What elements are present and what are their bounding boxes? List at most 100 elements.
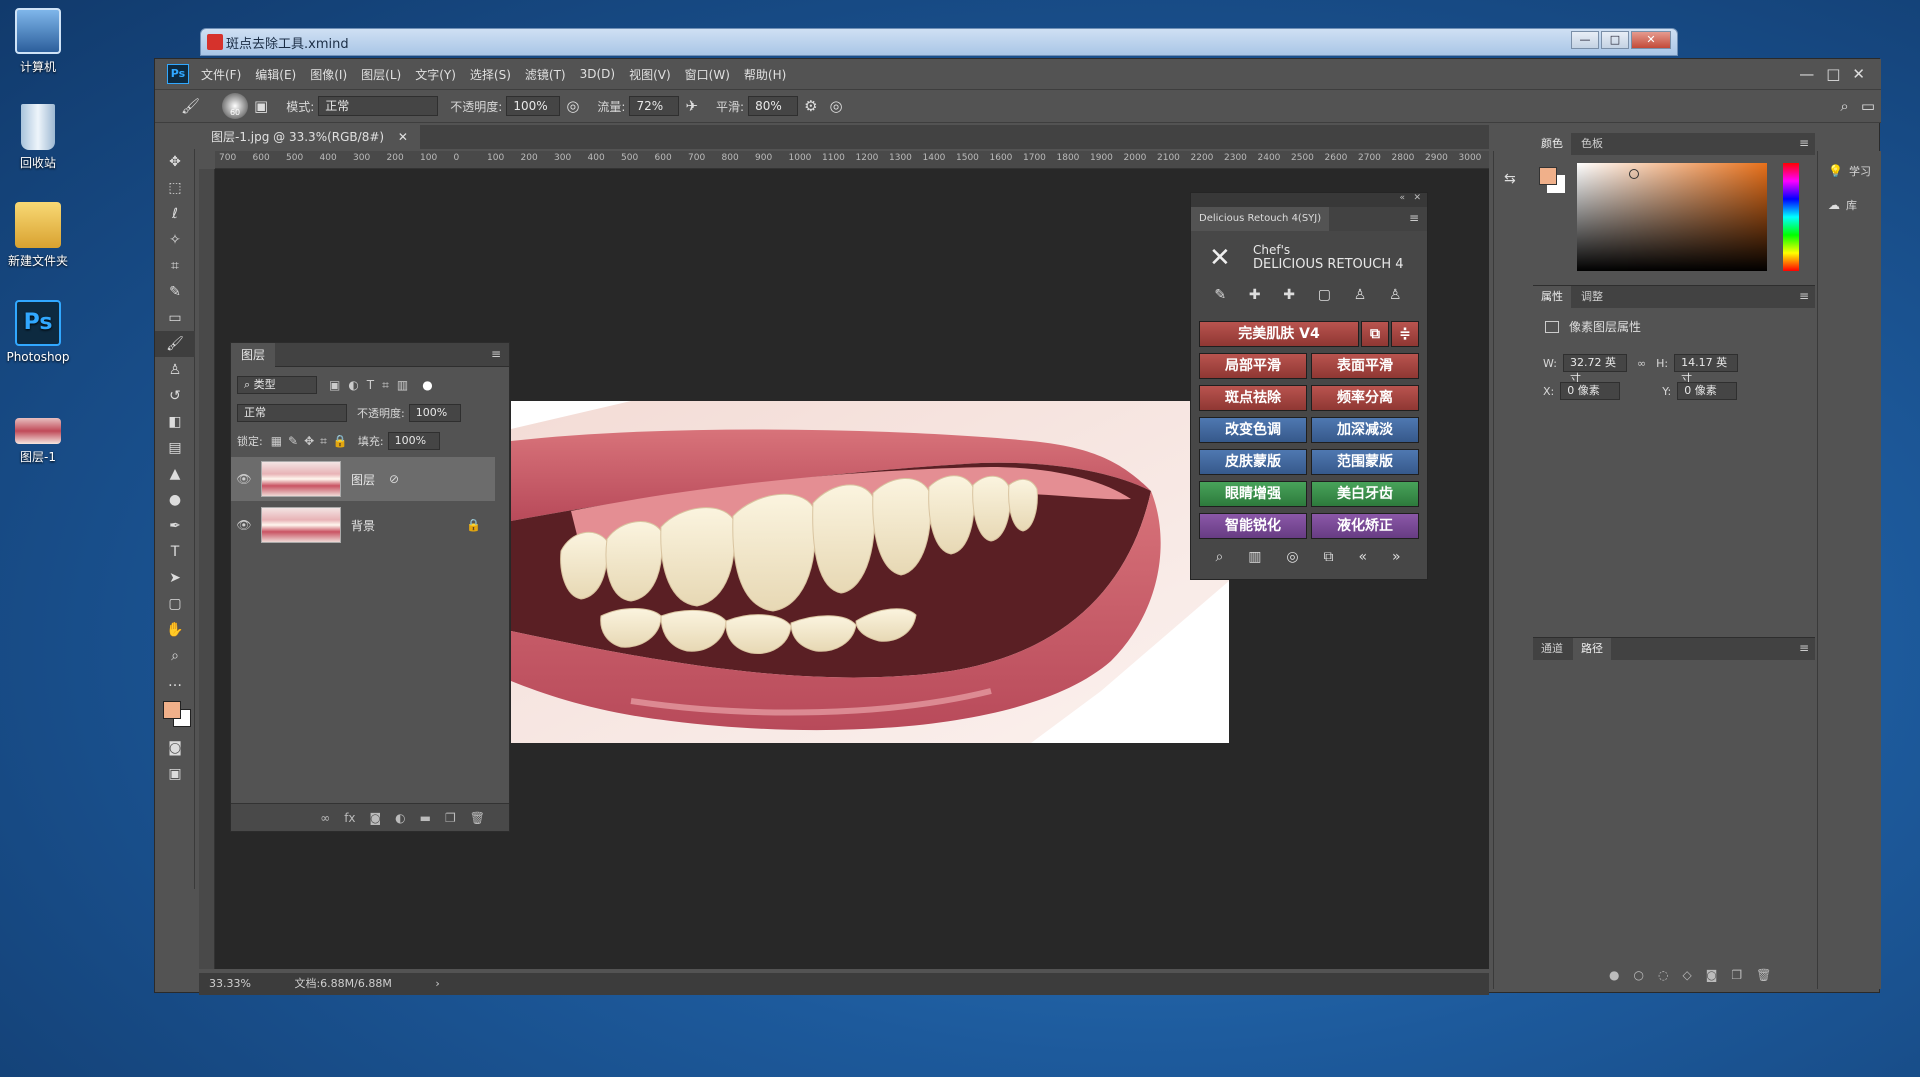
- eye-icon[interactable]: 👁: [231, 472, 257, 486]
- menu-file[interactable]: 文件(F): [201, 66, 241, 83]
- perfect-skin-button[interactable]: 完美肌肤 V4: [1199, 321, 1359, 347]
- frame-tool-icon[interactable]: ▭: [155, 305, 195, 331]
- healing-icon[interactable]: ✚: [1249, 287, 1261, 303]
- desktop-icon-photoshop[interactable]: Ps Photoshop: [4, 300, 72, 364]
- next-icon[interactable]: »: [1392, 549, 1401, 565]
- eye-enhance-button[interactable]: 眼睛增强: [1199, 481, 1307, 507]
- desktop-icon-recycle-bin[interactable]: 回收站: [4, 104, 72, 171]
- whiten-teeth-button[interactable]: 美白牙齿: [1311, 481, 1419, 507]
- menu-help[interactable]: 帮助(H): [744, 66, 786, 83]
- tab-layers[interactable]: 图层: [231, 343, 276, 367]
- brush-tool-icon[interactable]: 🖌: [155, 331, 195, 357]
- move-tool-icon[interactable]: ✥: [155, 149, 195, 175]
- new-path-icon[interactable]: ❐: [1731, 968, 1742, 982]
- foreground-color-swatch[interactable]: [163, 701, 181, 719]
- settings-sliders-icon[interactable]: ≑: [1391, 321, 1419, 347]
- stamp-icon[interactable]: ♙: [1354, 287, 1367, 303]
- layer-row[interactable]: 👁 背景 🔒: [231, 503, 495, 547]
- panel-menu-icon[interactable]: ≡: [1799, 289, 1809, 303]
- lock-icons[interactable]: ▦✎✥⌗🔒: [271, 434, 354, 449]
- gear-icon[interactable]: ⚙: [804, 97, 817, 115]
- ps-maximize-button[interactable]: □: [1826, 65, 1840, 83]
- new-layer-icon[interactable]: ❐: [445, 811, 456, 825]
- color-panel-fg-swatch[interactable]: [1539, 167, 1557, 185]
- ps-close-button[interactable]: ✕: [1852, 65, 1865, 83]
- change-tone-button[interactable]: 改变色调: [1199, 417, 1307, 443]
- make-work-path-icon[interactable]: ◇: [1682, 968, 1691, 982]
- zoom-level[interactable]: 33.33%: [209, 977, 251, 990]
- clone-icon[interactable]: ♙: [1389, 287, 1402, 303]
- tab-channels[interactable]: 通道: [1533, 638, 1571, 660]
- type-tool-icon[interactable]: T: [155, 539, 195, 565]
- compare-icon[interactable]: ▥: [1248, 549, 1261, 565]
- blur-tool-icon[interactable]: ▲: [155, 461, 195, 487]
- xmind-close-button[interactable]: ✕: [1631, 31, 1671, 49]
- color-picker-field[interactable]: [1577, 163, 1767, 271]
- learn-panel-button[interactable]: 💡 学习: [1828, 163, 1881, 179]
- retouch-tab-title[interactable]: Delicious Retouch 4(SYJ): [1191, 207, 1330, 231]
- trash-icon[interactable]: 🗑: [1756, 968, 1771, 982]
- ps-minimize-button[interactable]: —: [1799, 65, 1814, 83]
- filter-toggle-icon[interactable]: ●: [422, 378, 432, 392]
- add-mask-icon[interactable]: ◙: [370, 811, 382, 825]
- y-input[interactable]: 0 像素: [1677, 382, 1738, 400]
- trash-icon[interactable]: 🗑: [470, 811, 485, 825]
- xmind-minimize-button[interactable]: —: [1571, 31, 1599, 49]
- screen-mode-icon[interactable]: ▣: [155, 761, 195, 787]
- crop-tool-icon[interactable]: ⌗: [155, 253, 195, 279]
- duplicate-icon[interactable]: ⧉: [1324, 549, 1334, 565]
- gradient-tool-icon[interactable]: ▤: [155, 435, 195, 461]
- eye-icon[interactable]: 👁: [231, 518, 257, 532]
- brush-tool-preset-icon[interactable]: 🖌: [181, 97, 200, 115]
- spot-remove-button[interactable]: 斑点祛除: [1199, 385, 1307, 411]
- close-icon[interactable]: ✕: [1413, 193, 1421, 203]
- width-input[interactable]: 32.72 英寸: [1562, 354, 1627, 385]
- eyedropper-tool-icon[interactable]: ✎: [155, 279, 195, 305]
- menu-select[interactable]: 选择(S): [470, 66, 511, 83]
- tab-color[interactable]: 颜色: [1533, 133, 1571, 155]
- panel-menu-icon[interactable]: ≡: [1799, 641, 1809, 655]
- menu-3d[interactable]: 3D(D): [580, 67, 615, 81]
- prev-icon[interactable]: «: [1358, 549, 1367, 565]
- zoom-tool-icon[interactable]: ⌕: [155, 643, 195, 669]
- pressure-size-icon[interactable]: ◎: [830, 97, 843, 115]
- patch-icon[interactable]: ✚: [1283, 287, 1295, 303]
- shape-tool-icon[interactable]: ▢: [155, 591, 195, 617]
- brush-icon[interactable]: ✎: [1214, 287, 1226, 303]
- brush-size-picker[interactable]: 60: [222, 93, 249, 119]
- preview-eye-icon[interactable]: ◎: [1286, 549, 1298, 565]
- tab-properties[interactable]: 属性: [1533, 286, 1571, 308]
- tab-adjustments[interactable]: 调整: [1573, 286, 1611, 308]
- layer-row[interactable]: 👁 图层 ⊘: [231, 457, 495, 501]
- menu-image[interactable]: 图像(I): [310, 66, 347, 83]
- range-mask-button[interactable]: 范围蒙版: [1311, 449, 1419, 475]
- liquify-button[interactable]: 液化矫正: [1311, 513, 1419, 539]
- eraser-tool-icon[interactable]: ◧: [155, 409, 195, 435]
- desktop-icon-computer[interactable]: 计算机: [4, 8, 72, 75]
- square-icon[interactable]: ▢: [1318, 287, 1331, 303]
- menu-filter[interactable]: 滤镜(T): [525, 66, 566, 83]
- skin-mask-button[interactable]: 皮肤蒙版: [1199, 449, 1307, 475]
- path-select-tool-icon[interactable]: ➤: [155, 565, 195, 591]
- tab-swatches[interactable]: 色板: [1573, 133, 1611, 155]
- smoothing-input[interactable]: 80%: [748, 96, 799, 116]
- load-selection-icon[interactable]: ◌: [1658, 968, 1668, 982]
- marquee-tool-icon[interactable]: ⬚: [155, 175, 195, 201]
- more-tools-icon[interactable]: …: [155, 669, 195, 695]
- adjustment-layer-icon[interactable]: ◐: [395, 811, 405, 825]
- dodge-burn-button[interactable]: 加深减淡: [1311, 417, 1419, 443]
- fx-icon[interactable]: fx: [344, 811, 355, 825]
- blend-mode-select[interactable]: 正常: [237, 404, 347, 422]
- flow-input[interactable]: 72%: [629, 96, 680, 116]
- hue-slider[interactable]: [1783, 163, 1799, 271]
- library-panel-button[interactable]: ☁ 库: [1828, 197, 1881, 213]
- menu-window[interactable]: 窗口(W): [685, 66, 730, 83]
- hand-tool-icon[interactable]: ✋: [155, 617, 195, 643]
- tab-paths[interactable]: 路径: [1573, 638, 1611, 660]
- pen-tool-icon[interactable]: ✒: [155, 513, 195, 539]
- document-tab[interactable]: 图层-1.jpg @ 33.3%(RGB/8#) ✕: [199, 125, 420, 149]
- surface-smooth-button[interactable]: 表面平滑: [1311, 353, 1419, 379]
- layer-filter-select[interactable]: ⌕ 类型: [237, 376, 317, 394]
- x-input[interactable]: 0 像素: [1560, 382, 1621, 400]
- brush-panel-toggle-icon[interactable]: ▣: [254, 97, 268, 115]
